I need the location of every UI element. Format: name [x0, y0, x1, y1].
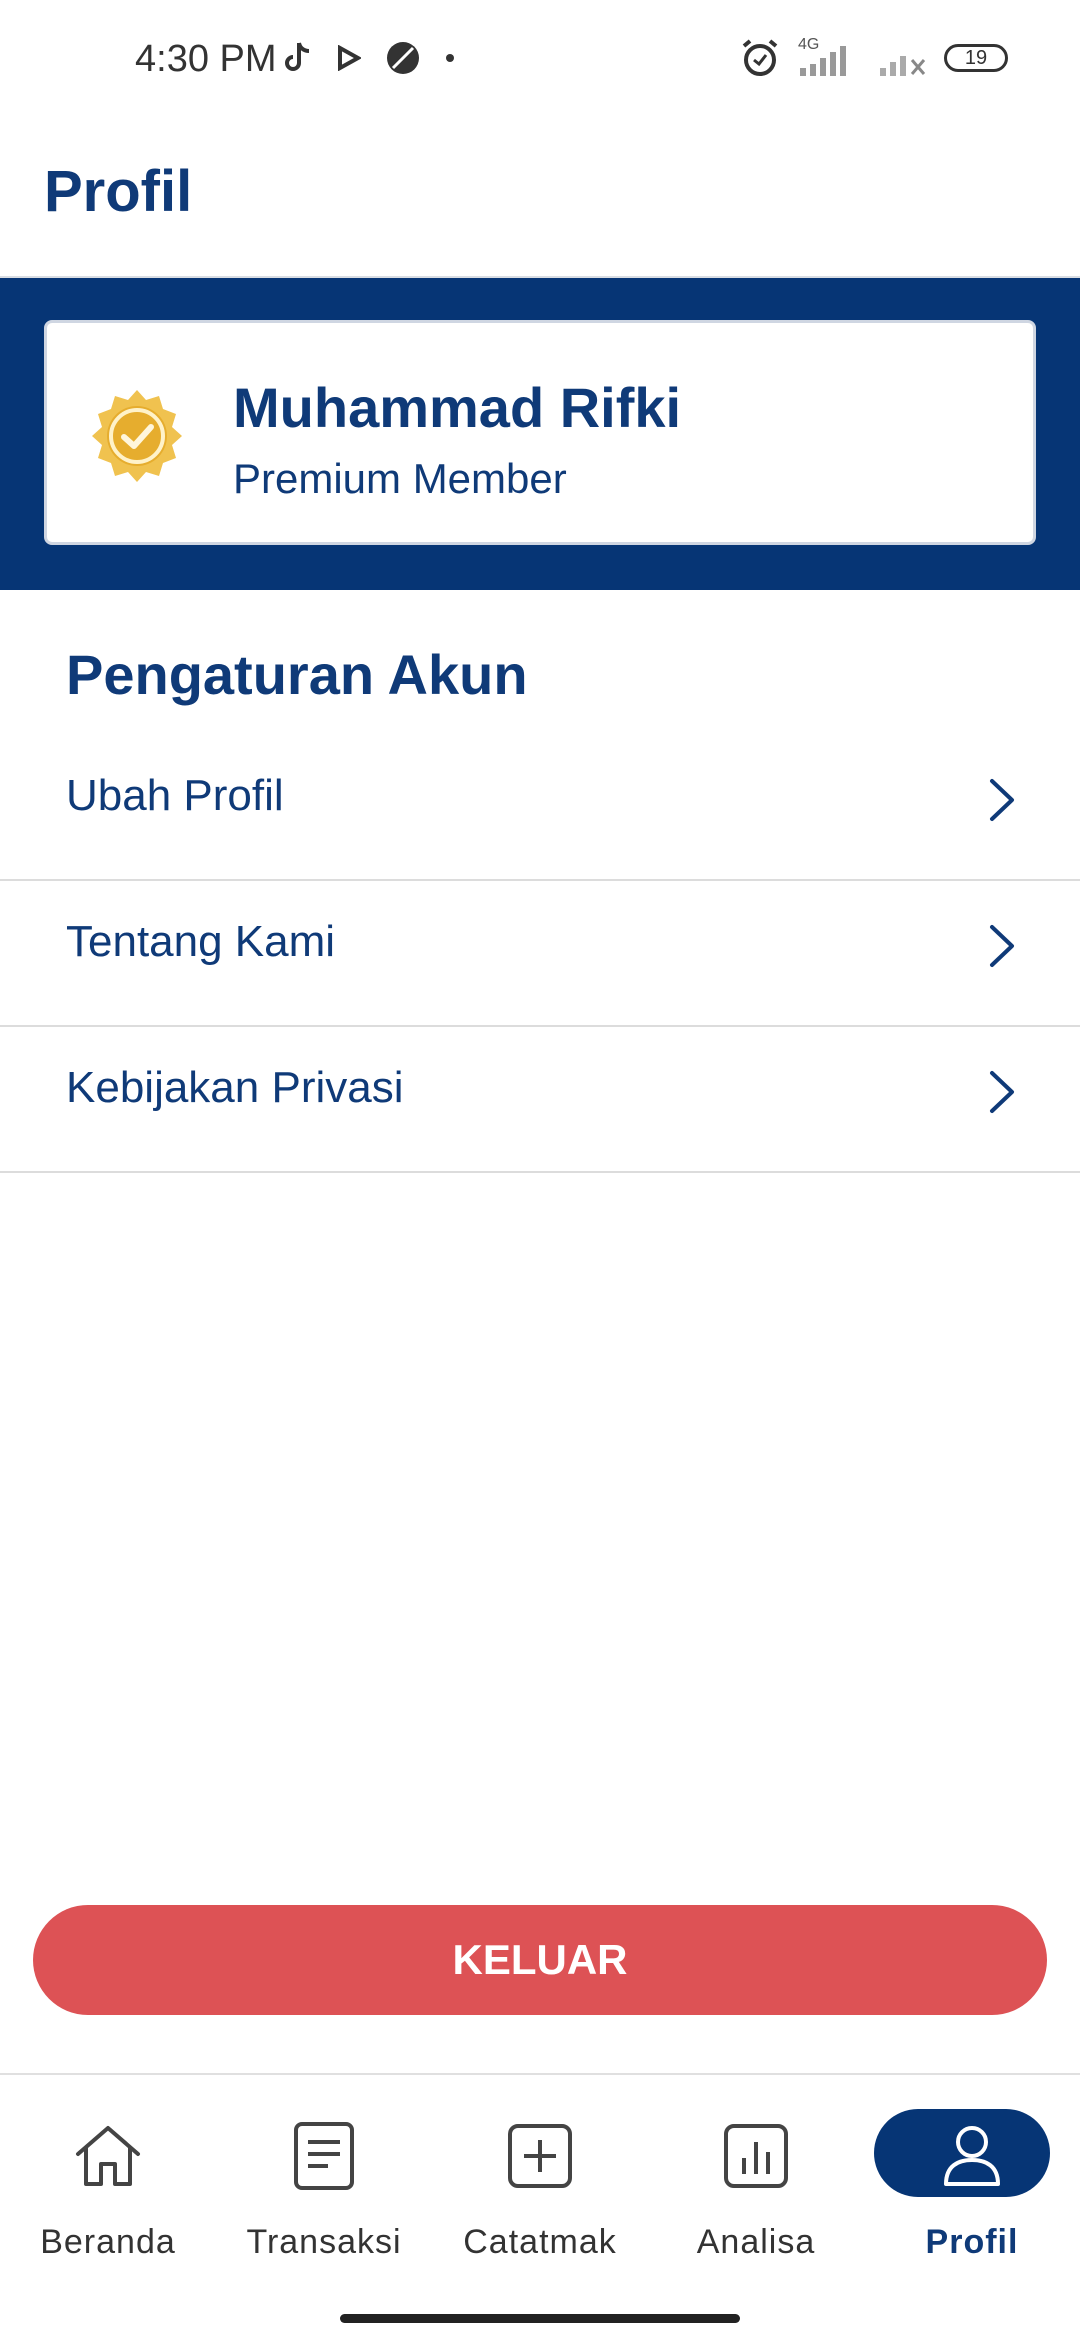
logout-button[interactable]: KELUAR	[33, 1905, 1047, 2015]
menu-item-kebijakan-privasi[interactable]: Kebijakan Privasi	[0, 1027, 1080, 1173]
chart-icon	[724, 2124, 788, 2188]
status-bar: 4:30 PM 4G 19	[0, 0, 1080, 120]
nav-item-beranda[interactable]: Beranda	[0, 2075, 216, 2305]
status-time: 4:30 PM	[135, 38, 277, 80]
profile-banner: Muhammad Rifki Premium Member	[0, 278, 1080, 590]
chevron-right-icon	[990, 1071, 1014, 1113]
signal-off-icon	[880, 56, 926, 76]
menu-item-tentang-kami[interactable]: Tentang Kami	[0, 881, 1080, 1027]
profile-screen: 4:30 PM 4G 19 Profil Muhammad Rifki Prem…	[0, 0, 1080, 2340]
nav-item-analisa[interactable]: Analisa	[648, 2075, 864, 2305]
nav-item-catatmak[interactable]: Catatmak	[432, 2075, 648, 2305]
chevron-right-icon	[990, 779, 1014, 821]
menu-item-label: Kebijakan Privasi	[66, 1063, 404, 1112]
dot-icon	[446, 54, 454, 62]
signal-4g: 4G	[796, 36, 862, 78]
home-icon	[76, 2126, 140, 2186]
no-signal-icon	[387, 42, 419, 74]
nav-label: Catatmak	[463, 2223, 617, 2261]
nav-label: Analisa	[696, 2223, 816, 2261]
battery-icon: 19	[944, 44, 1008, 72]
system-icons: 4G 19	[740, 36, 1008, 78]
signal-icon	[800, 46, 846, 76]
battery-level: 19	[964, 46, 988, 69]
profile-card: Muhammad Rifki Premium Member	[44, 320, 1036, 545]
menu-item-label: Ubah Profil	[66, 771, 284, 820]
notification-icons	[283, 40, 455, 76]
settings-menu: Ubah Profil Tentang Kami Kebijakan Priva…	[0, 735, 1080, 1173]
nav-label: Profil	[925, 2223, 1019, 2261]
document-icon	[294, 2122, 354, 2190]
menu-item-label: Tentang Kami	[66, 917, 336, 966]
play-icon	[338, 45, 361, 71]
home-indicator[interactable]	[340, 2314, 740, 2323]
nav-item-profil[interactable]: Profil	[864, 2075, 1080, 2305]
page-title: Profil	[44, 159, 193, 224]
chevron-right-icon	[990, 925, 1014, 967]
profile-name: Muhammad Rifki	[233, 376, 682, 439]
user-icon	[944, 2126, 1000, 2186]
tiktok-icon	[285, 42, 310, 71]
verified-badge-icon	[92, 390, 182, 482]
bottom-nav: Beranda Transaksi Catatmak Analisa Profi…	[0, 2075, 1080, 2305]
alarm-icon	[742, 39, 778, 76]
nav-item-transaksi[interactable]: Transaksi	[216, 2075, 432, 2305]
nav-label: Transaksi	[246, 2223, 402, 2261]
menu-item-ubah-profil[interactable]: Ubah Profil	[0, 735, 1080, 881]
section-title: Pengaturan Akun	[66, 643, 528, 706]
membership-status: Premium Member	[233, 455, 567, 502]
nav-label: Beranda	[40, 2223, 176, 2261]
add-box-icon	[508, 2124, 572, 2188]
